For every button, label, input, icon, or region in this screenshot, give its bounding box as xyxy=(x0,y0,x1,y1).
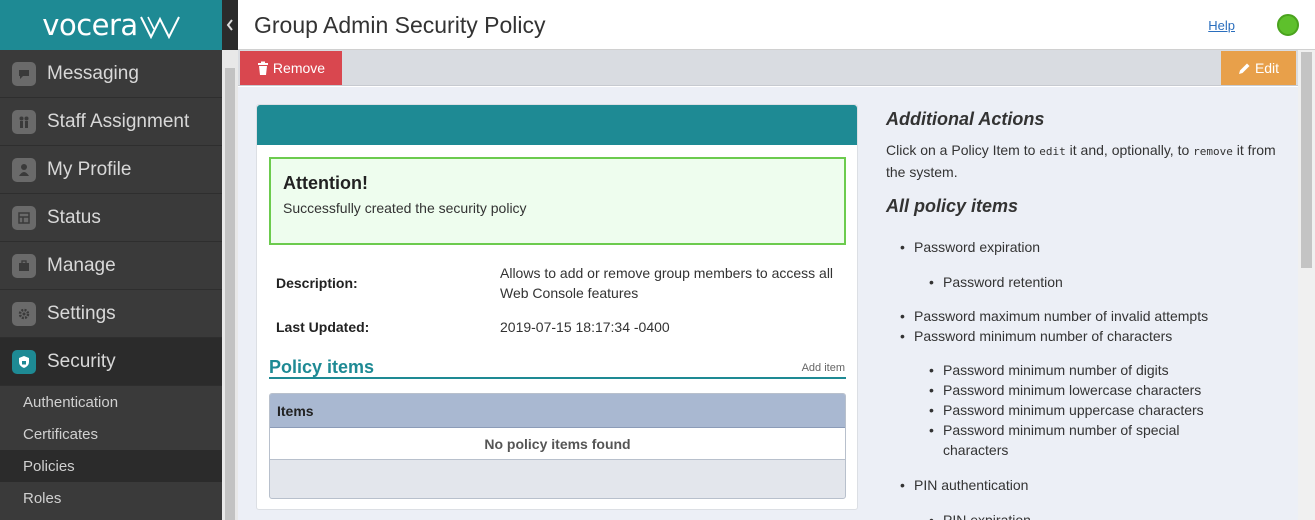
chevron-left-icon xyxy=(226,19,233,31)
edit-label: Edit xyxy=(1254,60,1280,76)
list-item: Password retention xyxy=(886,272,1276,292)
briefcase-icon xyxy=(12,253,36,278)
policy-card: Attention! Successfully created the secu… xyxy=(256,104,858,510)
all-policy-items-list: Password expiration Password retention P… xyxy=(886,237,1276,520)
nav-label: My Profile xyxy=(47,158,132,180)
nav-security[interactable]: Security xyxy=(0,338,222,386)
page-title: Group Admin Security Policy xyxy=(254,12,546,38)
section-divider xyxy=(269,377,846,379)
all-policy-items-title: All policy items xyxy=(886,196,1019,216)
list-item: Password expiration xyxy=(886,237,1276,257)
subnav-certificates[interactable]: Certificates xyxy=(0,418,222,450)
list-item: Password minimum number of digits xyxy=(886,360,1276,380)
list-item: Password minimum number of characters xyxy=(886,326,1276,346)
policy-items-table: Items No policy items found xyxy=(269,393,846,499)
subnav-label: Authentication xyxy=(23,393,119,411)
list-item: Password minimum uppercase characters xyxy=(886,400,1276,420)
people-icon xyxy=(12,109,36,134)
nav-label: Staff Assignment xyxy=(47,110,190,132)
alert-message: Successfully created the security policy xyxy=(283,200,527,216)
logo-bar: vocera xyxy=(0,0,222,50)
remove-label: Remove xyxy=(272,60,326,76)
list-item: Password minimum lowercase characters xyxy=(886,380,1276,400)
nav-messaging[interactable]: Messaging xyxy=(0,50,222,98)
last-updated-label: Last Updated: xyxy=(276,319,370,335)
nav-label: Settings xyxy=(47,302,116,324)
logo-mark-icon xyxy=(139,16,180,39)
sidebar-scrollbar-thumb[interactable] xyxy=(225,68,235,520)
additional-actions-text: Click on a Policy Item to edit it and, o… xyxy=(886,140,1276,182)
help-link[interactable]: Help xyxy=(1208,18,1235,33)
gear-icon xyxy=(12,301,36,326)
security-subnav: Authentication Certificates Policies Rol… xyxy=(0,386,222,514)
status-icon xyxy=(12,205,36,230)
edit-button[interactable]: Edit xyxy=(1221,51,1296,85)
nav-label: Messaging xyxy=(47,62,139,84)
vocera-logo[interactable]: vocera xyxy=(42,8,180,42)
nav-status[interactable]: Status xyxy=(0,194,222,242)
subnav-label: Roles xyxy=(23,489,62,507)
nav-settings[interactable]: Settings xyxy=(0,290,222,338)
description-label: Description: xyxy=(276,275,358,291)
success-alert: Attention! Successfully created the secu… xyxy=(269,157,846,245)
person-icon xyxy=(12,157,36,182)
alert-title: Attention! xyxy=(283,173,368,193)
subnav-policies[interactable]: Policies xyxy=(0,450,222,482)
shield-icon xyxy=(12,349,36,374)
page-header: Group Admin Security Policy Help xyxy=(238,0,1315,50)
table-header-items[interactable]: Items xyxy=(270,394,845,428)
code-edit: edit xyxy=(1039,145,1066,158)
nav-staff-assignment[interactable]: Staff Assignment xyxy=(0,98,222,146)
policy-items-title: Policy items xyxy=(269,357,375,377)
additional-actions-title: Additional Actions xyxy=(886,109,1045,129)
subnav-label: Policies xyxy=(23,457,75,475)
trash-icon xyxy=(257,61,268,75)
subnav-authentication[interactable]: Authentication xyxy=(0,386,222,418)
add-item-link[interactable]: Add item xyxy=(802,362,845,374)
nav-my-profile[interactable]: My Profile xyxy=(0,146,222,194)
actions-text-part: it and, optionally, to xyxy=(1065,142,1194,158)
actions-text-part: Click on a Policy Item to xyxy=(886,142,1040,158)
description-value: Allows to add or remove group members to… xyxy=(500,265,834,301)
empty-table-message: No policy items found xyxy=(270,428,845,460)
pencil-icon xyxy=(1238,63,1250,74)
list-item: Password maximum number of invalid attem… xyxy=(886,306,1276,326)
page-scrollbar[interactable] xyxy=(1298,50,1315,520)
card-header xyxy=(257,105,857,145)
content-area: Attention! Successfully created the secu… xyxy=(238,87,1298,520)
page-scrollbar-thumb[interactable] xyxy=(1301,52,1312,268)
code-remove: remove xyxy=(1193,145,1233,158)
last-updated-value: 2019-07-15 18:17:34 -0400 xyxy=(500,319,670,335)
status-indicator[interactable] xyxy=(1277,14,1299,36)
nav-label: Status xyxy=(47,206,101,228)
subnav-roles[interactable]: Roles xyxy=(0,482,222,514)
nav-manage[interactable]: Manage xyxy=(0,242,222,290)
nav-label: Security xyxy=(47,350,116,372)
toolbar: Remove Edit xyxy=(238,50,1298,86)
list-item: Password minimum number of special chara… xyxy=(886,420,1206,460)
sidebar-scrollbar[interactable] xyxy=(222,50,238,520)
remove-button[interactable]: Remove xyxy=(240,51,342,85)
list-item: PIN expiration xyxy=(886,510,1276,520)
list-item: PIN authentication xyxy=(886,475,1276,495)
sidebar: vocera Messaging Staff Assignment My Pro… xyxy=(0,0,222,520)
subnav-label: Certificates xyxy=(23,425,99,443)
help-panel: Additional Actions Click on a Policy Ite… xyxy=(886,109,1276,217)
collapse-sidebar-button[interactable] xyxy=(222,0,238,50)
nav-label: Manage xyxy=(47,254,116,276)
chat-bubble-icon xyxy=(12,61,36,86)
